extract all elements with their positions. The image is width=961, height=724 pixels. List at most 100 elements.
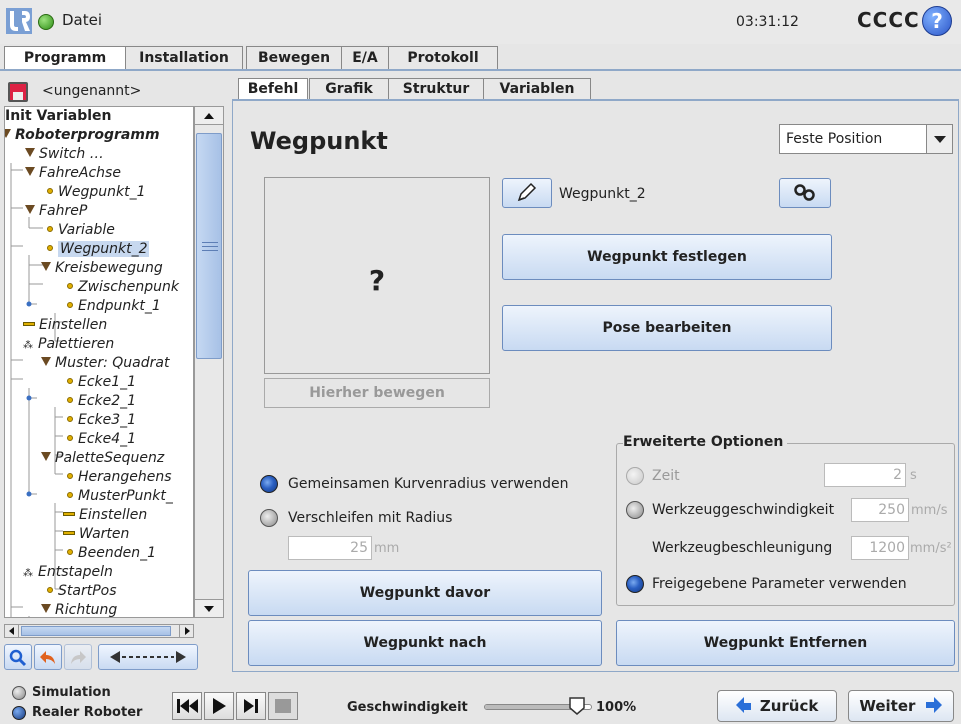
tree-item[interactable]: FahreAchse [25, 164, 121, 182]
tree-item[interactable]: Wegpunkt_1 [47, 183, 145, 201]
tool-accel-input[interactable]: 1200 [851, 536, 909, 560]
tree-item[interactable]: FahreP [25, 202, 87, 220]
file-menu[interactable]: Datei [62, 11, 102, 29]
step-button[interactable] [236, 692, 266, 720]
remove-waypoint-button[interactable]: Wegpunkt Entfernen [616, 620, 955, 666]
waypoint-icon [47, 245, 53, 251]
blend-radius-input[interactable]: 25 [288, 536, 372, 560]
waypoint-icon [67, 473, 73, 479]
tree-item-label: Wegpunkt_1 [58, 184, 146, 200]
move-node-icon[interactable] [98, 644, 198, 670]
tree-item[interactable]: Muster: Quadrat [41, 354, 169, 372]
shared-radius-radio[interactable] [260, 475, 278, 493]
tree-item[interactable]: Ecke4_1 [67, 430, 136, 448]
shared-params-radio[interactable] [626, 575, 644, 593]
tab-protokoll[interactable]: Protokoll [388, 46, 498, 70]
set-icon [63, 512, 75, 516]
chevron-down-icon[interactable] [926, 125, 952, 153]
tree-item[interactable]: Einstellen [63, 506, 147, 524]
skip-back-button[interactable] [172, 692, 202, 720]
tree-item-label: StartPos [58, 583, 117, 599]
tree-item-label: Richtung [55, 602, 118, 618]
tool-speed-radio[interactable] [626, 501, 644, 519]
step-icon [244, 699, 258, 713]
tree-item[interactable]: Warten [63, 525, 129, 543]
tree-item[interactable]: Endpunkt_1 [67, 297, 161, 315]
link-button[interactable] [779, 178, 831, 208]
tree-item[interactable]: Roboterprogramm [5, 126, 160, 144]
wait-icon [63, 531, 75, 535]
tab-grafik[interactable]: Grafik [309, 78, 389, 100]
tool-speed-input[interactable]: 250 [851, 498, 909, 522]
tree-item-selected[interactable]: Wegpunkt_2 [47, 240, 150, 258]
tree-item[interactable]: Einstellen [23, 316, 107, 334]
set-waypoint-button[interactable]: Wegpunkt festlegen [502, 234, 832, 280]
tree-horizontal-scrollbar[interactable] [4, 624, 194, 638]
blend-radius-radio[interactable] [260, 509, 278, 527]
play-icon [213, 698, 226, 714]
back-button[interactable]: Zurück [717, 690, 837, 722]
redo-icon[interactable] [64, 644, 92, 670]
waypoint-after-button[interactable]: Wegpunkt nach [248, 620, 602, 666]
tree-item[interactable]: Ecke1_1 [67, 373, 136, 391]
tree-item[interactable]: Variable [47, 221, 115, 239]
undo-icon[interactable] [34, 644, 62, 670]
robot-name: CCCC [857, 8, 920, 32]
scroll-up-icon[interactable] [195, 107, 223, 125]
tree-item[interactable]: Richtung [41, 601, 118, 618]
tab-struktur[interactable]: Struktur [388, 78, 484, 100]
real-robot-radio[interactable] [12, 706, 26, 720]
waypoint-icon [67, 549, 73, 555]
scroll-thumb[interactable] [196, 133, 222, 359]
pallet-icon: ⁂ [23, 340, 33, 351]
rename-button[interactable] [502, 178, 552, 208]
stop-button[interactable] [268, 692, 298, 720]
position-type-select[interactable]: Feste Position [779, 124, 953, 154]
tree-item[interactable]: Herangehens [67, 468, 172, 486]
tree-item[interactable]: Kreisbewegung [41, 259, 163, 277]
tree-item[interactable]: Ecke3_1 [67, 411, 136, 429]
tree-item[interactable]: ⁂ Palettieren [23, 335, 114, 355]
tab-ea[interactable]: E/A [341, 46, 389, 70]
tree-item[interactable]: Beenden_1 [67, 544, 156, 562]
save-icon[interactable] [8, 82, 28, 102]
move-here-button[interactable]: Hierher bewegen [264, 378, 490, 408]
tree-item-label: FahreP [39, 203, 88, 219]
scroll-left-icon[interactable] [5, 625, 19, 637]
scroll-thumb[interactable] [21, 626, 171, 636]
folder-triangle-icon [41, 604, 51, 613]
tree-item[interactable]: PaletteSequenz [41, 449, 164, 467]
search-icon[interactable] [4, 644, 32, 670]
tree-item[interactable]: Ecke2_1 [67, 392, 136, 410]
tree-item-label: Entstapeln [38, 564, 113, 580]
tree-item-label: FahreAchse [39, 165, 121, 181]
tree-vertical-scrollbar[interactable] [194, 106, 224, 618]
time-input[interactable]: 2 [824, 463, 906, 487]
waypoint-icon [67, 492, 73, 498]
speed-slider-knob[interactable] [568, 696, 586, 716]
tree-item[interactable]: Init Variablen [5, 107, 112, 125]
help-icon[interactable]: ? [922, 6, 952, 36]
tree-item[interactable]: Zwischenpunk [67, 278, 179, 296]
play-button[interactable] [204, 692, 234, 720]
tree-item[interactable]: StartPos [47, 582, 117, 600]
tree-item[interactable]: Switch … [25, 145, 104, 163]
waypoint-before-button[interactable]: Wegpunkt davor [248, 570, 602, 616]
tab-bewegen[interactable]: Bewegen [246, 46, 342, 70]
program-tree[interactable]: Init Variablen Roboterprogramm Switch … … [4, 106, 194, 618]
tree-item[interactable]: MusterPunkt_ [67, 487, 173, 505]
position-type-value: Feste Position [786, 131, 883, 147]
scroll-down-icon[interactable] [195, 599, 223, 617]
tab-variablen[interactable]: Variablen [483, 78, 591, 100]
tree-item[interactable]: ⁂ Entstapeln [23, 563, 113, 583]
simulation-radio[interactable] [12, 686, 26, 700]
scroll-right-icon[interactable] [179, 625, 193, 637]
next-button[interactable]: Weiter [848, 690, 954, 722]
tab-programm[interactable]: Programm [4, 46, 126, 70]
tool-accel-unit: mm/s² [910, 541, 952, 556]
tab-befehl[interactable]: Befehl [238, 78, 308, 100]
tree-item-label: Ecke2_1 [78, 393, 137, 409]
edit-pose-button[interactable]: Pose bearbeiten [502, 305, 832, 351]
tab-installation[interactable]: Installation [125, 46, 243, 70]
time-radio[interactable] [626, 467, 644, 485]
